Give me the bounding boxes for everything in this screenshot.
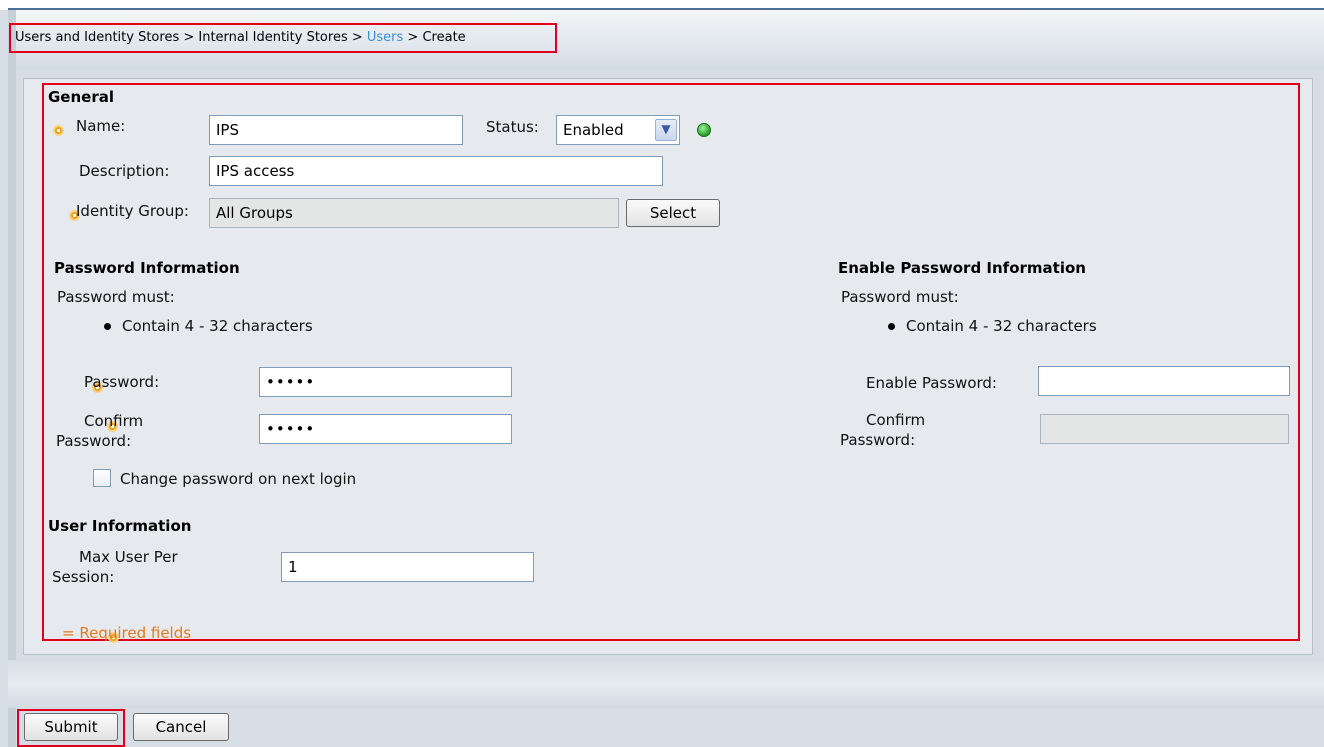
breadcrumb-create: Create: [422, 30, 466, 45]
breadcrumb-users-and-identity-stores[interactable]: Users and Identity Stores: [15, 30, 179, 45]
cancel-button[interactable]: Cancel: [133, 713, 229, 741]
confirm-password-input[interactable]: •••••: [259, 414, 512, 444]
breadcrumb-separator: >: [403, 30, 423, 45]
status-label: Status:: [486, 118, 539, 136]
general-heading: General: [48, 88, 114, 106]
frame-top-line: [8, 8, 1324, 10]
identity-group-field: All Groups: [209, 198, 619, 228]
enable-password-info-heading: Enable Password Information: [838, 259, 1086, 277]
enable-confirm-label-line1: Confirm: [866, 411, 926, 429]
chevron-down-icon[interactable]: ▼: [655, 119, 677, 141]
enable-password-must-label: Password must:: [841, 288, 959, 306]
max-user-label-line1: Max User Per: [79, 548, 178, 566]
bullet-icon: [888, 323, 895, 330]
breadcrumb: Users and Identity Stores > Internal Ide…: [9, 23, 557, 53]
enable-password-label: Enable Password:: [866, 374, 997, 392]
change-password-checkbox[interactable]: [93, 469, 111, 487]
max-user-per-session-input[interactable]: 1: [281, 552, 534, 582]
breadcrumb-separator: >: [347, 30, 367, 45]
confirm-password-label-line2: Password:: [56, 432, 132, 450]
password-label: Password:: [84, 373, 160, 391]
password-must-label: Password must:: [57, 288, 175, 306]
status-enabled-icon: [697, 123, 711, 137]
select-group-button[interactable]: Select: [626, 199, 720, 227]
footer-band: [8, 660, 1324, 708]
identity-group-label: Identity Group:: [76, 202, 189, 220]
password-input[interactable]: •••••: [259, 367, 512, 397]
status-select[interactable]: Enabled ▼: [556, 115, 680, 145]
required-icon: [53, 125, 64, 136]
breadcrumb-users-link[interactable]: Users: [367, 30, 403, 45]
breadcrumb-internal-identity-stores[interactable]: Internal Identity Stores: [198, 30, 347, 45]
change-password-label[interactable]: Change password on next login: [120, 470, 356, 488]
description-input[interactable]: IPS access: [209, 156, 663, 186]
password-info-heading: Password Information: [54, 259, 240, 277]
enable-confirm-password-input: [1040, 414, 1289, 444]
name-input[interactable]: IPS: [209, 115, 463, 145]
enable-password-input[interactable]: [1038, 366, 1290, 396]
status-select-value: Enabled: [563, 121, 624, 139]
required-fields-note: = Required fields: [62, 624, 192, 642]
breadcrumb-separator: >: [179, 30, 199, 45]
max-user-label-line2: Session:: [52, 568, 115, 586]
bullet-icon: [104, 323, 111, 330]
description-label: Description:: [79, 162, 170, 180]
password-rule: Contain 4 - 32 characters: [122, 317, 313, 335]
enable-confirm-label-line2: Password:: [840, 431, 916, 449]
confirm-password-label-line1: Confirm: [84, 412, 144, 430]
user-info-heading: User Information: [48, 517, 192, 535]
name-label: Name:: [76, 117, 126, 135]
left-frame-bar: [8, 10, 16, 747]
enable-password-rule: Contain 4 - 32 characters: [906, 317, 1097, 335]
submit-button[interactable]: Submit: [24, 713, 118, 741]
